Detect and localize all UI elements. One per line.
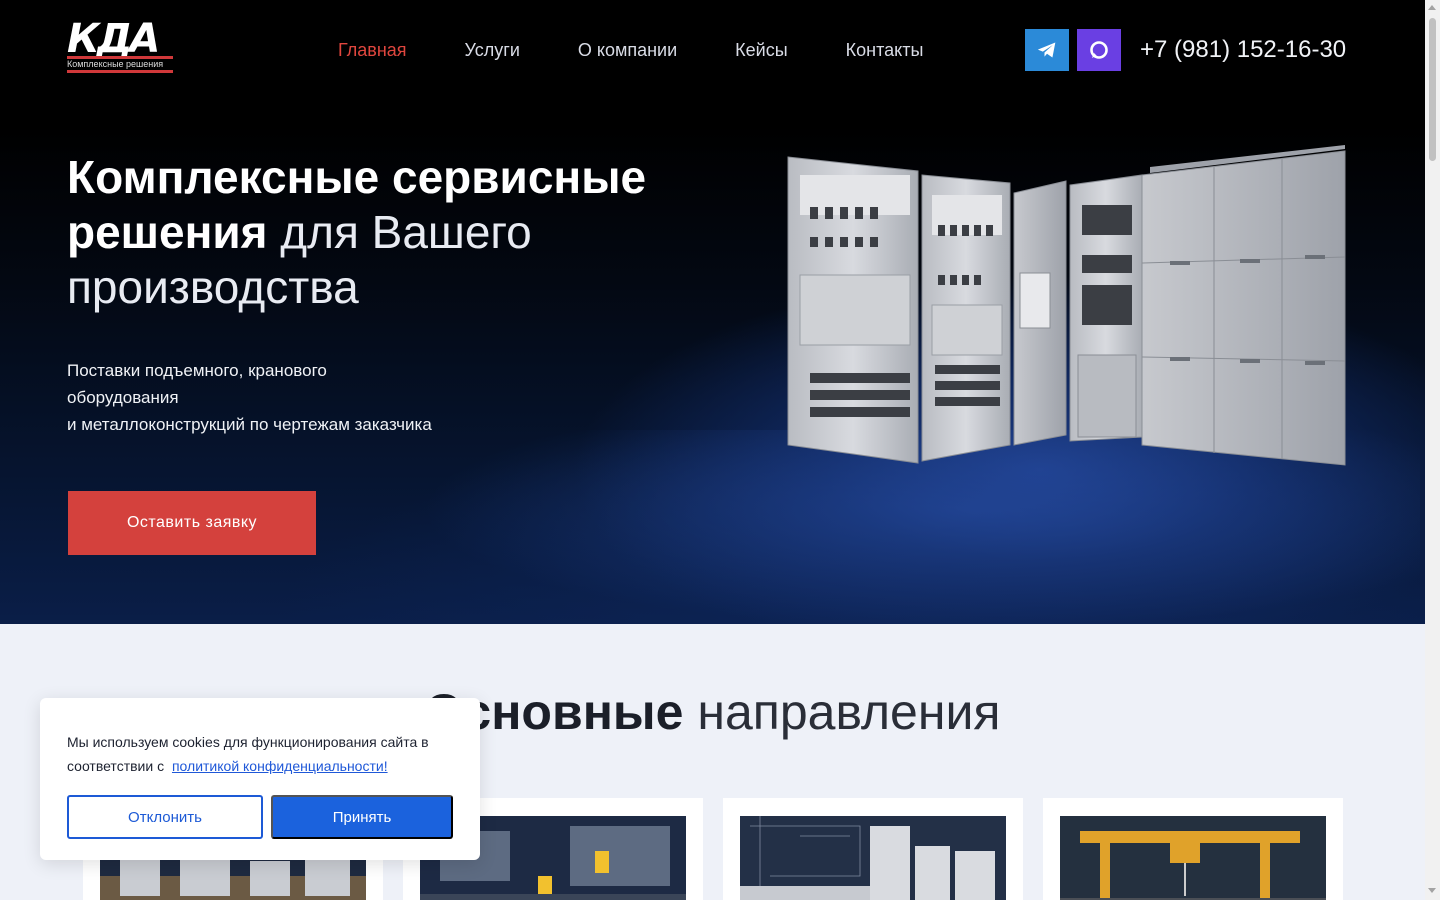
max-messenger-button[interactable] (1077, 29, 1121, 71)
electrical-cabinets-image (787, 145, 1346, 466)
telegram-button[interactable] (1025, 29, 1069, 71)
phone-number[interactable]: +7 (981) 152-16-30 (1140, 35, 1346, 65)
logo-subtitle: Комплексные решения (67, 56, 173, 73)
hero-subtitle: Поставки подъемного, кранового оборудова… (67, 357, 487, 438)
crane-image (1060, 816, 1326, 900)
direction-card[interactable] (723, 798, 1023, 900)
site-logo[interactable]: КДА Комплексные решения (67, 16, 175, 74)
automation-panels-image (740, 816, 1006, 900)
scroll-down-arrow-icon[interactable] (1428, 888, 1436, 893)
hero-title-bold-2: решения (67, 206, 268, 258)
nav-item-contacts[interactable]: Контакты (846, 38, 924, 62)
directions-title-light: направления (697, 684, 1001, 740)
max-messenger-icon (1090, 41, 1108, 59)
hero-title: Комплексные сервисные решения для Вашего… (67, 150, 707, 315)
hero-subtitle-line: оборудования (67, 388, 179, 407)
hero-subtitle-line: и металлоконструкций по чертежам заказчи… (67, 415, 432, 434)
nav-item-services[interactable]: Услуги (465, 38, 520, 62)
hero-section: КДА Комплексные решения Главная Услуги О… (0, 0, 1425, 624)
request-button[interactable]: Оставить заявку (68, 491, 316, 555)
nav-item-home[interactable]: Главная (338, 38, 407, 62)
accept-cookies-button[interactable]: Принять (271, 795, 453, 839)
scroll-thumb[interactable] (1429, 18, 1436, 161)
direction-card[interactable] (1043, 798, 1343, 900)
page-scrollbar[interactable] (1425, 0, 1440, 900)
scroll-up-arrow-icon[interactable] (1428, 5, 1436, 10)
decline-cookies-button[interactable]: Отклонить (67, 795, 263, 839)
cookie-text: Мы используем cookies для функционирован… (67, 730, 467, 778)
hero-title-light-2: производства (67, 261, 359, 313)
main-nav: Главная Услуги О компании Кейсы Контакты (338, 38, 923, 62)
logo-mark: КДА (67, 16, 160, 62)
hero-title-light-1: для Вашего (280, 206, 532, 258)
hero-title-bold-1: Комплексные сервисные (67, 151, 647, 203)
nav-item-cases[interactable]: Кейсы (735, 38, 788, 62)
telegram-icon (1037, 42, 1056, 58)
privacy-policy-link[interactable]: политикой конфиденциальности! (172, 758, 388, 774)
hero-subtitle-line: Поставки подъемного, кранового (67, 361, 327, 380)
cookie-banner: Мы используем cookies для функционирован… (40, 698, 480, 860)
nav-item-about[interactable]: О компании (578, 38, 677, 62)
